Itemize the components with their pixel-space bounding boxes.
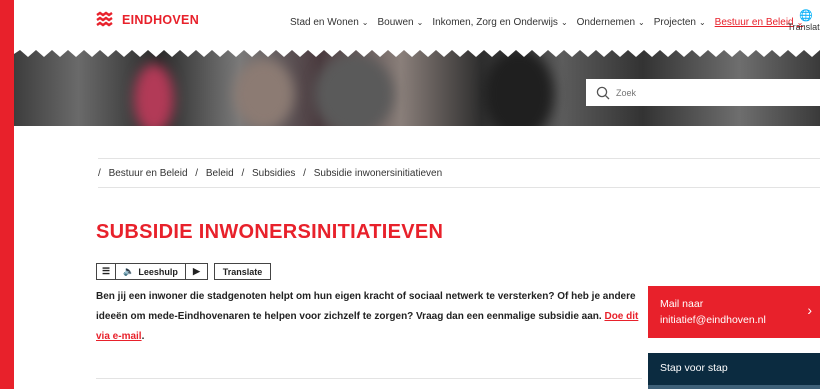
breadcrumb-item-beleid[interactable]: Beleid	[206, 168, 234, 179]
chevron-down-icon: ⌄	[560, 18, 568, 27]
nav-label: Ondernemen	[576, 17, 636, 28]
step-title: Stap voor stap	[660, 362, 728, 374]
play-icon: ▶	[193, 266, 200, 276]
reader-menu-button[interactable]: ☰	[96, 263, 116, 280]
breadcrumb-item-subsidies[interactable]: Subsidies	[252, 168, 295, 179]
zigzag-border	[14, 44, 820, 57]
nav-label: Bestuur en Beleid	[714, 17, 794, 28]
reader-toolbar: ☰ 🔈 Leeshulp ▶ Translate	[96, 263, 271, 280]
hero-figure	[484, 49, 554, 126]
page-title: SUBSIDIE INWONERSINITIATIEVEN	[96, 221, 444, 243]
nav-label: Projecten	[653, 17, 696, 28]
leeshulp-button[interactable]: 🔈 Leeshulp	[116, 263, 186, 280]
play-button[interactable]: ▶	[186, 263, 208, 280]
reader-translate-button[interactable]: Translate	[214, 263, 271, 280]
breadcrumb-separator: /	[195, 168, 199, 179]
nav-item-stad-en-wonen[interactable]: Stad en Wonen ⌄	[290, 17, 368, 28]
nav-item-bouwen[interactable]: Bouwen ⌄	[377, 17, 423, 28]
intro-end: .	[141, 331, 145, 342]
nav-label: Bouwen	[377, 17, 414, 28]
chevron-down-icon: ⌄	[638, 18, 645, 27]
chevron-down-icon: ⌄	[416, 18, 424, 27]
top-navigation: EINDHOVEN Stad en Wonen ⌄ Bouwen ⌄ Inkomen…	[14, 0, 820, 44]
hero-figure	[134, 64, 174, 126]
reader-translate-label: Translate	[222, 266, 263, 277]
step-accent-strip	[648, 385, 820, 389]
search-icon[interactable]	[596, 86, 610, 100]
speaker-icon: 🔈	[123, 266, 135, 276]
logo-text: EINDHOVEN	[122, 13, 200, 27]
hero-image	[14, 44, 820, 126]
breadcrumb-separator: /	[241, 168, 245, 179]
eindhoven-logo-icon	[96, 11, 113, 27]
step-by-step-panel: Stap voor stap	[648, 353, 820, 389]
nav-item-inkomen-zorg-onderwijs[interactable]: Inkomen, Zorg en Onderwijs ⌄	[432, 17, 567, 28]
breadcrumb-item-current: Subsidie inwonersinitiatieven	[313, 168, 443, 179]
nav-label: Inkomen, Zorg en Onderwijs	[432, 17, 558, 28]
mail-line-2: initiatief@eindhoven.nl	[660, 314, 766, 326]
breadcrumb-separator: /	[303, 168, 306, 179]
hero-figure	[314, 54, 394, 126]
divider	[98, 187, 820, 188]
page: EINDHOVEN Stad en Wonen ⌄ Bouwen ⌄ Inkomen…	[14, 0, 820, 389]
breadcrumb: / Bestuur en Beleid / Beleid / Subsidies…	[98, 168, 442, 179]
translate-button[interactable]: 🌐 Translate	[786, 10, 820, 32]
nav-label: Stad en Wonen	[290, 17, 359, 28]
search-input[interactable]	[616, 87, 796, 98]
chevron-right-icon: ›	[807, 302, 812, 318]
leeshulp-label: Leeshulp	[138, 266, 178, 277]
search-bar	[586, 79, 820, 106]
main-nav: Stad en Wonen ⌄ Bouwen ⌄ Inkomen, Zorg en …	[290, 17, 812, 28]
divider	[96, 378, 642, 379]
chevron-down-icon: ⌄	[361, 18, 369, 27]
mail-line-1: Mail naar	[660, 298, 704, 310]
globe-icon: 🌐	[799, 10, 813, 22]
menu-icon: ☰	[101, 266, 111, 276]
logo[interactable]: EINDHOVEN	[96, 11, 199, 29]
intro-text: Ben jij een inwoner die stadgenoten help…	[96, 291, 636, 322]
intro-paragraph: Ben jij een inwoner die stadgenoten help…	[96, 287, 648, 347]
divider	[98, 158, 820, 159]
nav-item-ondernemen[interactable]: Ondernemen ⌄	[577, 17, 645, 28]
nav-item-projecten[interactable]: Projecten ⌄	[654, 17, 706, 28]
chevron-down-icon: ⌄	[698, 18, 706, 27]
breadcrumb-separator: /	[98, 168, 101, 179]
breadcrumb-item-bestuur-en-beleid[interactable]: Bestuur en Beleid	[109, 168, 188, 179]
hero-figure	[234, 59, 294, 126]
translate-label: Translate	[787, 22, 820, 32]
mail-cta-button[interactable]: Mail naar initiatief@eindhoven.nl ›	[648, 286, 820, 338]
